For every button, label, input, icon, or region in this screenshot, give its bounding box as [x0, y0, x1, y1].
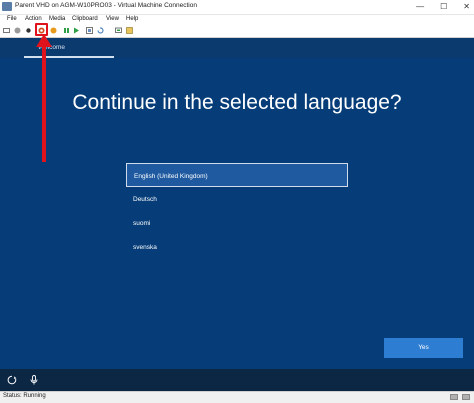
menu-media[interactable]: Media: [49, 16, 65, 22]
menu-bar: File Action Media Clipboard View Help: [0, 15, 474, 25]
start-icon[interactable]: [14, 27, 21, 34]
oobe-footer: [0, 369, 474, 391]
title-bar: Parent VHD on AGM-W10PRO03 - Virtual Mac…: [0, 0, 474, 15]
checkpoint-icon[interactable]: [86, 27, 93, 34]
language-option-suomi[interactable]: suomi: [126, 211, 348, 235]
window-title: Parent VHD on AGM-W10PRO03 - Virtual Mac…: [15, 2, 197, 9]
keyboard-indicator-icon: [450, 394, 458, 400]
share-icon[interactable]: [126, 27, 133, 34]
menu-action[interactable]: Action: [25, 16, 42, 22]
reset-icon[interactable]: [73, 27, 80, 34]
pause-icon[interactable]: [63, 27, 70, 34]
status-text: Status: Running: [3, 393, 46, 399]
tab-underline: [24, 56, 114, 58]
save-state-icon[interactable]: [50, 27, 57, 34]
menu-clipboard[interactable]: Clipboard: [72, 16, 98, 22]
ctrl-alt-del-icon[interactable]: [3, 27, 10, 34]
enhanced-session-icon[interactable]: [115, 27, 122, 34]
window-controls: — ☐ ✕: [416, 2, 470, 11]
language-option-english-uk[interactable]: English (United Kingdom): [126, 163, 348, 187]
page-title: Continue in the selected language?: [72, 91, 402, 114]
language-option-svenska[interactable]: svenska: [126, 235, 348, 259]
language-list: English (United Kingdom) Deutsch suomi s…: [126, 163, 348, 259]
close-button[interactable]: ✕: [463, 2, 470, 11]
menu-view[interactable]: View: [106, 16, 119, 22]
vm-connection-app-icon: [2, 2, 12, 11]
toolbar: [0, 25, 474, 38]
turn-off-icon[interactable]: [25, 27, 32, 34]
maximize-button[interactable]: ☐: [440, 2, 447, 11]
menu-file[interactable]: File: [7, 16, 17, 22]
guest-display[interactable]: Welcome Continue in the selected languag…: [0, 38, 474, 369]
yes-button[interactable]: Yes: [384, 338, 463, 358]
mouse-indicator-icon: [462, 394, 470, 400]
menu-help[interactable]: Help: [126, 16, 138, 22]
annotation-arrow-shaft: [42, 44, 46, 162]
revert-icon[interactable]: [97, 27, 104, 34]
minimize-button[interactable]: —: [416, 2, 424, 11]
status-icons: [450, 394, 470, 400]
oobe-header: Welcome: [0, 38, 474, 58]
status-bar: Status: Running: [0, 391, 474, 403]
language-option-deutsch[interactable]: Deutsch: [126, 187, 348, 211]
ease-of-access-icon[interactable]: [7, 375, 17, 385]
microphone-icon[interactable]: [30, 375, 38, 385]
